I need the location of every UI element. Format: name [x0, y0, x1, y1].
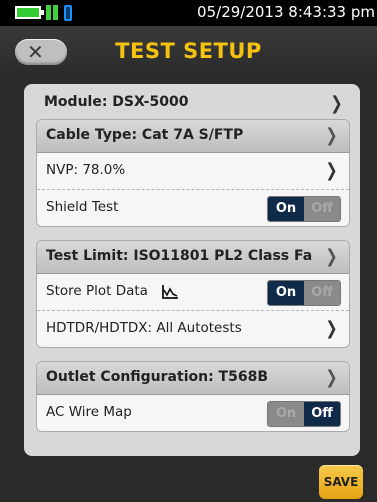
shield-test-label: Shield Test [46, 199, 119, 215]
shield-test-toggle[interactable]: On Off [267, 196, 341, 222]
status-datetime: 05/29/2013 8:43:33 pm [197, 3, 375, 21]
ac-wire-map-toggle[interactable]: On Off [267, 401, 341, 427]
outlet-config-label: Outlet Configuration: T568B [46, 369, 268, 385]
chevron-right-icon: ❯ [325, 160, 338, 181]
nvp-row[interactable]: NVP: 78.0% ❯ [37, 153, 349, 190]
store-plot-toggle[interactable]: On Off [267, 280, 341, 306]
chevron-right-icon: ❯ [325, 125, 338, 146]
chevron-right-icon: ❯ [325, 367, 338, 388]
cable-group: Cable Type: Cat 7A S/FTP ❯ NVP: 78.0% ❯ … [36, 119, 350, 227]
chevron-right-icon: ❯ [330, 93, 343, 114]
title-bar: ✕ TEST SETUP [0, 26, 377, 78]
outlet-group: Outlet Configuration: T568B ❯ AC Wire Ma… [36, 361, 350, 432]
chevron-right-icon: ❯ [325, 318, 338, 339]
shield-test-row: Shield Test On Off [37, 190, 349, 226]
toggle-off-option[interactable]: Off [304, 197, 340, 221]
toggle-on-option[interactable]: On [268, 281, 304, 305]
module-status-icon [46, 5, 60, 21]
bottom-bar: SAVE [0, 460, 377, 502]
save-button[interactable]: SAVE [319, 465, 363, 499]
limit-group: Test Limit: ISO11801 PL2 Class Fa ❯ Stor… [36, 240, 350, 348]
chevron-right-icon: ❯ [325, 246, 338, 267]
toggle-on-option[interactable]: On [268, 197, 304, 221]
store-plot-row: Store Plot Data On Off [37, 274, 349, 311]
ac-wire-map-row: AC Wire Map On Off [37, 395, 349, 431]
hdtdr-row[interactable]: HDTDR/HDTDX: All Autotests ❯ [37, 311, 349, 347]
test-limit-row[interactable]: Test Limit: ISO11801 PL2 Class Fa ❯ [37, 241, 349, 274]
setup-panel: Module: DSX-5000 ❯ Cable Type: Cat 7A S/… [24, 84, 360, 456]
page-title: TEST SETUP [115, 39, 262, 63]
module-row[interactable]: Module: DSX-5000 ❯ [24, 89, 360, 117]
outlet-config-row[interactable]: Outlet Configuration: T568B ❯ [37, 362, 349, 395]
hdtdr-label: HDTDR/HDTDX: All Autotests [46, 320, 242, 336]
toggle-off-option[interactable]: Off [304, 402, 340, 426]
status-bar: 05/29/2013 8:43:33 pm [0, 0, 377, 26]
store-plot-label: Store Plot Data [46, 283, 148, 299]
cable-type-row[interactable]: Cable Type: Cat 7A S/FTP ❯ [37, 120, 349, 153]
nvp-label: NVP: 78.0% [46, 162, 126, 178]
toggle-off-option[interactable]: Off [304, 281, 340, 305]
plot-graph-icon [162, 285, 178, 299]
ac-wire-map-label: AC Wire Map [46, 404, 132, 420]
battery-icon [15, 6, 44, 19]
test-limit-label: Test Limit: ISO11801 PL2 Class Fa [46, 248, 313, 264]
module-label: Module: DSX-5000 [44, 94, 189, 110]
cable-type-label: Cable Type: Cat 7A S/FTP [46, 127, 244, 143]
toggle-on-option[interactable]: On [268, 402, 304, 426]
remote-status-icon [64, 5, 72, 21]
